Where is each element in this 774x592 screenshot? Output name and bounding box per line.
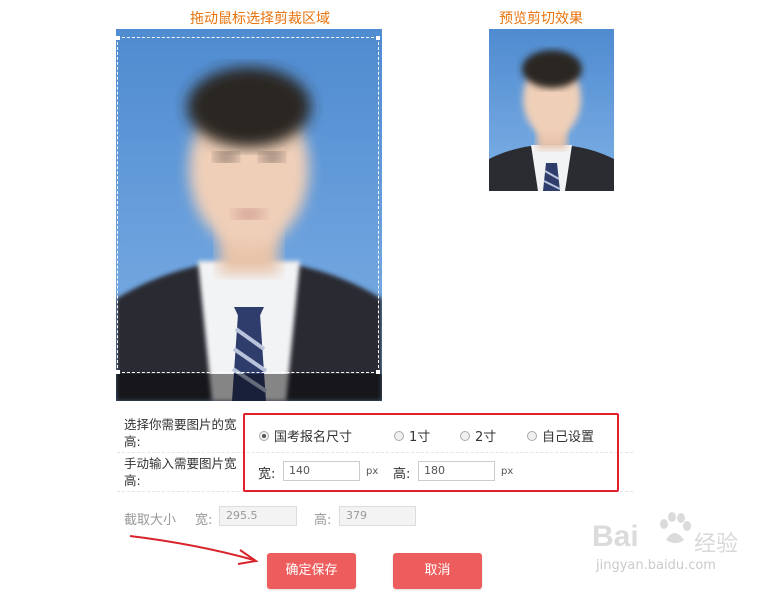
crop-handle-top-right[interactable] (376, 36, 380, 40)
watermark-brand-cn: 经验 (694, 532, 739, 557)
crop-height-label: 高: (314, 513, 332, 528)
crop-area-title: 拖动鼠标选择剪裁区域 (190, 11, 330, 27)
preview-title: 预览剪切效果 (499, 11, 583, 27)
crop-handle-bottom-left[interactable] (116, 370, 120, 374)
cancel-button[interactable]: 取消 (393, 553, 482, 589)
baidu-watermark: Bai 经验 jingyan.baidu.com (592, 506, 768, 580)
crop-height-value: 379 (339, 506, 416, 526)
preview-photo (489, 29, 614, 191)
crop-handle-bottom-right[interactable] (376, 370, 380, 374)
annotation-arrow-icon (129, 535, 259, 565)
crop-selection-box[interactable] (116, 36, 380, 374)
manual-size-label: 手动输入需要图片宽高: (124, 456, 237, 488)
crop-width-value: 295.5 (219, 506, 297, 526)
crop-handle-top-left[interactable] (116, 36, 120, 40)
highlight-annotation-box (243, 413, 619, 492)
crop-size-label: 截取大小 (124, 513, 177, 528)
crop-width-label: 宽: (195, 513, 213, 528)
size-select-label: 选择你需要图片的宽高: (124, 417, 237, 449)
watermark-brand: Bai (592, 520, 639, 553)
preview-image (489, 29, 614, 191)
paw-icon (660, 512, 691, 543)
save-button[interactable]: 确定保存 (267, 553, 356, 589)
watermark-url: jingyan.baidu.com (596, 558, 716, 573)
